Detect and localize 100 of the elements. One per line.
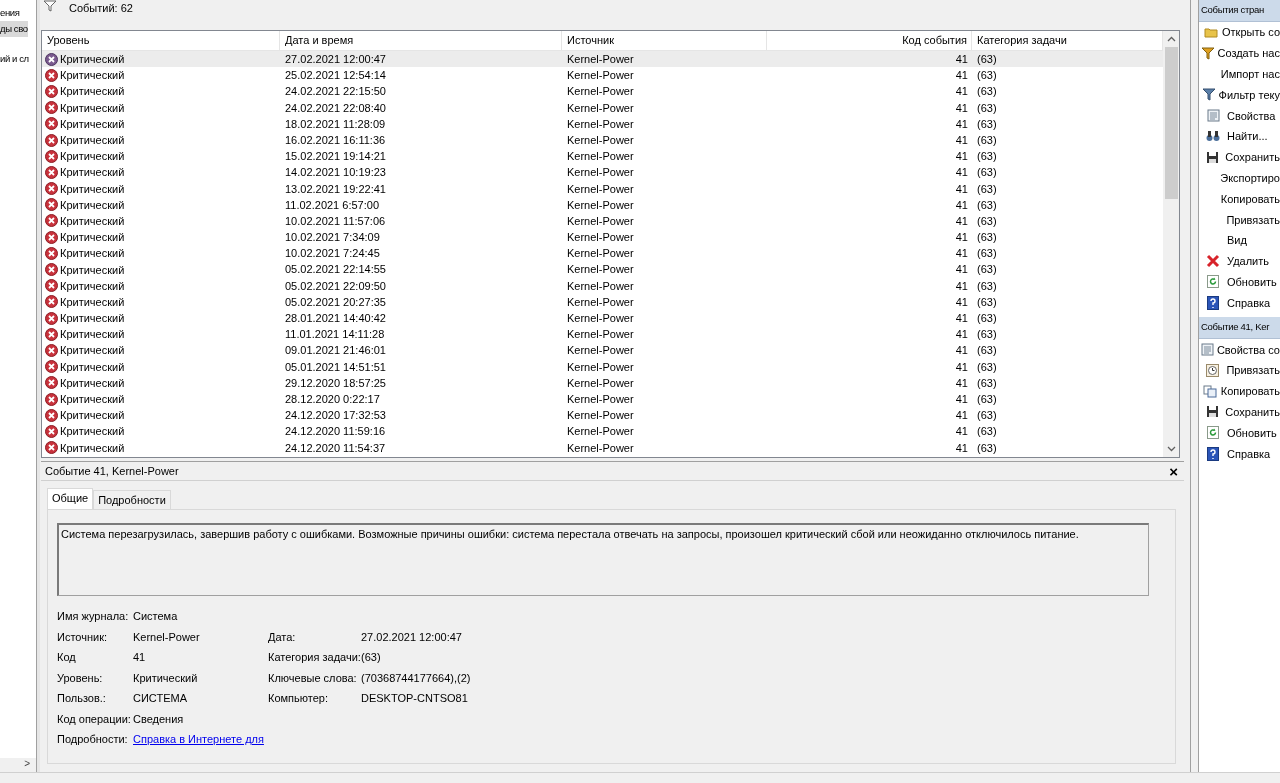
action-link[interactable]: Сохранить — [1225, 405, 1280, 418]
action-link[interactable]: Копировать — [1220, 385, 1280, 398]
date-time: 10.02.2021 7:34:09 — [285, 230, 380, 246]
action-link[interactable]: Справка — [1227, 447, 1271, 460]
event-row[interactable]: Критический 09.01.2021 21:46:01 Kernel-Power 41 (63) — [42, 342, 1163, 359]
action-link[interactable]: Свойства — [1227, 109, 1276, 122]
critical-icon — [45, 230, 58, 244]
field-value: Kernel-Power — [133, 630, 200, 643]
event-code: 41 — [955, 424, 968, 440]
action-link[interactable]: Сохранить — [1225, 151, 1280, 164]
action-link[interactable]: Найти... — [1227, 130, 1268, 143]
level-text: Критический — [60, 116, 125, 132]
event-row[interactable]: Критический 28.01.2021 14:40:42 Kernel-Power 41 (63) — [42, 310, 1163, 327]
event-row[interactable]: Критический 24.12.2020 17:32:53 Kernel-Power 41 (63) — [42, 407, 1163, 424]
event-row[interactable]: Критический 05.02.2021 22:09:50 Kernel-Power 41 (63) — [42, 277, 1163, 294]
help-link[interactable]: Справка в Интернете для — [133, 733, 264, 745]
source-text: Kernel-Power — [567, 246, 634, 262]
event-row[interactable]: Критический 11.02.2021 6:57:00 Kernel-Power 41 (63) — [42, 196, 1163, 213]
description-box[interactable]: Система перезагрузилась, завершив работу с ошибками. Возможные причины ошибки: система перестала отвечать на запросы, произошел критический сбой или неожиданно отключилось питание. — [57, 523, 1149, 596]
tab[interactable]: Общие — [47, 488, 94, 509]
critical-icon — [45, 214, 58, 228]
critical-icon — [45, 84, 58, 98]
column-header[interactable]: Код события — [767, 31, 972, 50]
action-link[interactable]: Копировать — [1220, 192, 1280, 205]
action-link[interactable]: Открыть со — [1222, 26, 1280, 39]
event-row[interactable]: Критический 24.12.2020 11:54:37 Kernel-Power 41 (63) — [42, 439, 1163, 456]
critical-icon — [45, 101, 58, 115]
date-time: 24.02.2021 22:08:40 — [285, 100, 386, 116]
column-header[interactable]: Уровень — [42, 31, 280, 50]
source-text: Kernel-Power — [567, 440, 634, 456]
scroll-right-button[interactable]: > — [0, 758, 36, 772]
level-text: Критический — [60, 343, 125, 359]
event-row[interactable]: Критический 24.12.2020 11:59:16 Kernel-Power 41 (63) — [42, 423, 1163, 440]
event-row[interactable]: Критический 05.01.2021 14:51:51 Kernel-Power 41 (63) — [42, 358, 1163, 375]
event-code: 41 — [955, 408, 968, 424]
action-link[interactable]: Создать нас — [1217, 47, 1280, 60]
action-link[interactable]: Привязать — [1226, 213, 1280, 226]
action-link[interactable]: Фильтр теку — [1218, 88, 1280, 101]
event-row[interactable]: Критический 24.02.2021 22:08:40 Kernel-Power 41 (63) — [42, 99, 1163, 116]
level-text: Критический — [60, 52, 125, 68]
level-text: Критический — [60, 327, 125, 343]
action-link[interactable]: Справка — [1227, 296, 1271, 309]
source-text: Kernel-Power — [567, 311, 634, 326]
task-category: (63) — [977, 359, 997, 375]
tree-item[interactable]: ий и сл — [0, 51, 29, 67]
date-time: 11.01.2021 14:11:28 — [285, 327, 385, 343]
date-time: 14.02.2021 10:19:23 — [285, 165, 386, 181]
tree-item[interactable]: ды сво — [0, 21, 28, 37]
event-row[interactable]: Критический 18.02.2021 11:28:09 Kernel-Power 41 (63) — [42, 115, 1163, 132]
detail-title: Событие 41, Kernel-Power — [45, 465, 179, 477]
action-link[interactable]: Привязать — [1226, 364, 1280, 377]
action-link[interactable]: Удалить — [1227, 255, 1269, 268]
level-text: Критический — [60, 424, 125, 440]
task-category: (63) — [977, 278, 997, 294]
event-row[interactable]: Критический 11.01.2021 14:11:28 Kernel-Power 41 (63) — [42, 326, 1163, 343]
column-header[interactable]: Дата и время — [280, 31, 562, 50]
task-category: (63) — [977, 230, 997, 246]
section-header[interactable]: Событие 41, Ker — [1199, 317, 1280, 340]
task-category: (63) — [977, 116, 997, 132]
event-row[interactable]: Критический 05.02.2021 22:14:55 Kernel-Power 41 (63) — [42, 261, 1163, 278]
scrollbar-thumb[interactable] — [1165, 47, 1178, 199]
close-button[interactable]: × — [1169, 462, 1178, 480]
event-row[interactable]: Критический 24.02.2021 22:15:50 Kernel-Power 41 (63) — [42, 83, 1163, 100]
action-link[interactable]: Импорт нас — [1220, 68, 1280, 80]
event-row[interactable]: Критический 28.12.2020 0:22:17 Kernel-Power 41 (63) — [42, 390, 1163, 408]
critical-icon — [45, 408, 58, 422]
event-row[interactable]: Критический 25.02.2021 12:54:14 Kernel-Power 41 (63) — [42, 67, 1163, 84]
action-link[interactable]: Обновить — [1227, 426, 1277, 439]
action-link[interactable]: Обновить — [1227, 275, 1277, 288]
event-row[interactable]: Критический 16.02.2021 16:11:36 Kernel-Power 41 (63) — [42, 131, 1163, 149]
action-link[interactable]: Экспортиро — [1220, 171, 1280, 184]
event-row[interactable]: Критический 13.02.2021 19:22:41 Kernel-Power 41 (63) — [42, 180, 1163, 197]
level-text: Критический — [60, 230, 125, 246]
level-text: Критический — [60, 100, 125, 116]
event-row[interactable]: Критический 10.02.2021 11:57:06 Kernel-Power 41 (63) — [42, 212, 1163, 230]
event-row[interactable]: Критический 10.02.2021 7:24:45 Kernel-Power 41 (63) — [42, 245, 1163, 262]
tree-item[interactable]: ения — [0, 5, 20, 21]
event-code: 41 — [955, 262, 968, 278]
refresh-icon — [1207, 275, 1219, 289]
event-row[interactable]: Критический 27.02.2021 12:00:47 Kernel-Power 41 (63) — [42, 51, 1163, 68]
action-link[interactable]: Свойства со — [1216, 343, 1280, 356]
tab[interactable]: Подробности — [93, 490, 171, 509]
section-header[interactable]: События стран — [1199, 0, 1280, 22]
critical-icon — [45, 182, 58, 196]
level-text: Критический — [60, 294, 125, 310]
column-header[interactable]: Источник — [562, 31, 767, 50]
source-text: Kernel-Power — [567, 116, 634, 132]
event-code: 41 — [955, 311, 968, 326]
event-row[interactable]: Критический 10.02.2021 7:34:09 Kernel-Power 41 (63) — [42, 229, 1163, 246]
action-link[interactable]: Вид — [1227, 234, 1247, 247]
date-time: 27.02.2021 12:00:47 — [285, 52, 386, 67]
refresh-icon — [1207, 426, 1219, 440]
delete-icon — [1206, 254, 1220, 269]
event-row[interactable]: Критический 29.12.2020 18:57:25 Kernel-Power 41 (63) — [42, 374, 1163, 391]
event-row[interactable]: Критический 15.02.2021 19:14:21 Kernel-Power 41 (63) — [42, 148, 1163, 165]
date-time: 10.02.2021 7:24:45 — [285, 246, 380, 262]
level-text: Критический — [60, 408, 125, 424]
event-row[interactable]: Критический 05.02.2021 20:27:35 Kernel-Power 41 (63) — [42, 293, 1163, 310]
date-time: 24.02.2021 22:15:50 — [285, 84, 386, 100]
event-row[interactable]: Критический 14.02.2021 10:19:23 Kernel-Power 41 (63) — [42, 164, 1163, 181]
